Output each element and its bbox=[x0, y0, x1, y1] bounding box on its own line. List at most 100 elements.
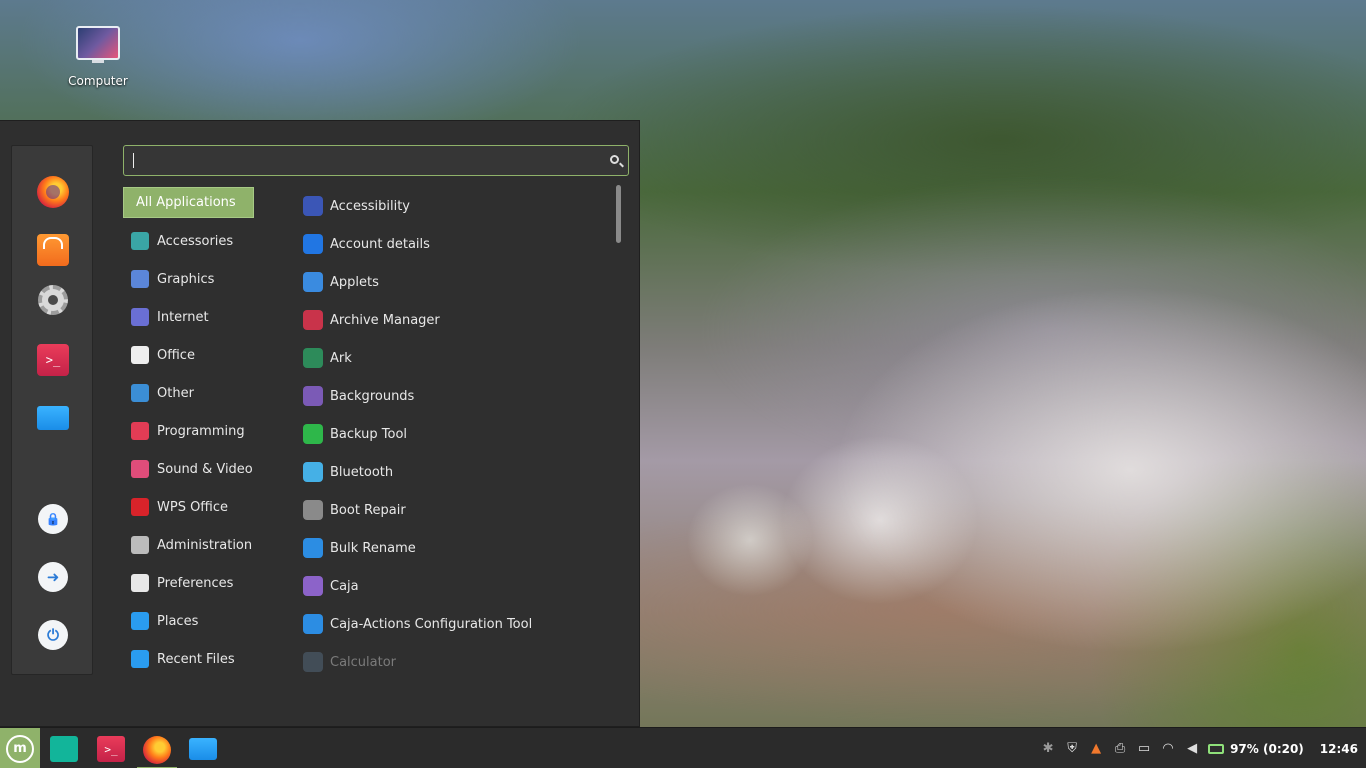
app-icon bbox=[303, 234, 323, 254]
tray-security[interactable]: ⛨ bbox=[1060, 728, 1084, 768]
battery-status-text[interactable]: 97% (0:20) bbox=[1230, 742, 1304, 756]
favorite-system-settings[interactable] bbox=[38, 285, 68, 315]
app-backgrounds[interactable]: Backgrounds bbox=[303, 377, 613, 415]
folder-icon bbox=[189, 738, 217, 760]
app-label: Archive Manager bbox=[330, 312, 440, 328]
favorite-files[interactable] bbox=[37, 406, 69, 430]
category-icon bbox=[131, 460, 149, 478]
tray-network[interactable]: ◠ bbox=[1156, 728, 1180, 768]
app-icon bbox=[303, 272, 323, 292]
tray-volume[interactable]: ◀ bbox=[1180, 728, 1204, 768]
category-icon bbox=[131, 422, 149, 440]
app-bluetooth[interactable]: Bluetooth bbox=[303, 453, 613, 491]
app-caja[interactable]: Caja bbox=[303, 567, 613, 605]
desktop-icon-label: Computer bbox=[68, 74, 128, 88]
app-ark[interactable]: Ark bbox=[303, 339, 613, 377]
battery-icon bbox=[1208, 743, 1225, 754]
app-icon bbox=[303, 652, 323, 672]
app-icon bbox=[303, 462, 323, 482]
app-caja-actions-configuration-tool[interactable]: Caja-Actions Configuration Tool bbox=[303, 605, 613, 643]
tray-update-warning[interactable]: ▲ bbox=[1084, 728, 1108, 768]
category-recent-files[interactable]: Recent Files bbox=[123, 640, 283, 678]
mint-logo-icon: m bbox=[6, 734, 34, 763]
tray-battery[interactable] bbox=[1204, 728, 1228, 768]
app-applets[interactable]: Applets bbox=[303, 263, 613, 301]
category-label: Internet bbox=[157, 309, 209, 325]
logout-button[interactable]: ➜ bbox=[38, 562, 68, 592]
app-label: Calculator bbox=[330, 654, 397, 670]
taskbar-app-terminal[interactable]: >_ bbox=[95, 733, 127, 765]
search-input[interactable] bbox=[132, 150, 602, 172]
category-label: Preferences bbox=[157, 575, 234, 591]
category-label: Office bbox=[157, 347, 195, 363]
app-calculator[interactable]: Calculator bbox=[303, 643, 613, 681]
app-archive-manager[interactable]: Archive Manager bbox=[303, 301, 613, 339]
category-label: Sound & Video bbox=[157, 461, 253, 477]
taskbar: m >_ ✱ ⛨ ▲ ⎙ ▭ ◠ ◀ 97% (0:20) 12:46 bbox=[0, 727, 1366, 768]
app-label: Backgrounds bbox=[330, 388, 415, 404]
app-label: Boot Repair bbox=[330, 502, 406, 518]
app-icon bbox=[303, 348, 323, 368]
app-label: Ark bbox=[330, 350, 352, 366]
app-list-scrollbar[interactable] bbox=[616, 185, 621, 243]
lock-screen-button[interactable]: 🔒 bbox=[38, 504, 68, 534]
category-internet[interactable]: Internet bbox=[123, 298, 283, 336]
taskbar-app-text-editor[interactable] bbox=[48, 733, 80, 765]
app-label: Bluetooth bbox=[330, 464, 394, 480]
app-label: Backup Tool bbox=[330, 426, 408, 442]
app-account-details[interactable]: Account details bbox=[303, 225, 613, 263]
power-icon: ⏻ bbox=[47, 626, 59, 644]
lock-icon: 🔒 bbox=[45, 512, 61, 526]
computer-icon bbox=[76, 26, 120, 63]
category-icon bbox=[131, 574, 149, 592]
terminal-icon: >_ bbox=[45, 353, 61, 367]
warning-icon: ▲ bbox=[1091, 741, 1102, 756]
category-preferences[interactable]: Preferences bbox=[123, 564, 283, 602]
favorite-firefox[interactable] bbox=[37, 176, 69, 208]
app-icon bbox=[303, 500, 323, 520]
text-cursor bbox=[133, 153, 134, 168]
category-all-applications[interactable]: All Applications bbox=[123, 187, 254, 218]
tray-printer[interactable]: ⎙ bbox=[1108, 728, 1132, 768]
app-icon bbox=[303, 576, 323, 596]
category-wps-office[interactable]: WPS Office bbox=[123, 488, 283, 526]
category-accessories[interactable]: Accessories bbox=[123, 222, 283, 260]
wifi-icon: ◠ bbox=[1162, 741, 1174, 756]
category-icon bbox=[131, 536, 149, 554]
favorite-software-manager[interactable] bbox=[37, 234, 69, 266]
category-other[interactable]: Other bbox=[123, 374, 283, 412]
app-boot-repair[interactable]: Boot Repair bbox=[303, 491, 613, 529]
category-icon bbox=[131, 498, 149, 516]
category-icon bbox=[131, 650, 149, 668]
tray-bluetooth[interactable]: ✱ bbox=[1036, 728, 1060, 768]
desktop-icon-computer[interactable]: Computer bbox=[62, 26, 134, 88]
category-places[interactable]: Places bbox=[123, 602, 283, 640]
app-icon bbox=[303, 310, 323, 330]
app-icon bbox=[303, 424, 323, 444]
category-graphics[interactable]: Graphics bbox=[123, 260, 283, 298]
quit-button[interactable]: ⏻ bbox=[38, 620, 68, 650]
category-programming[interactable]: Programming bbox=[123, 412, 283, 450]
tray-notes[interactable]: ▭ bbox=[1132, 728, 1156, 768]
category-office[interactable]: Office bbox=[123, 336, 283, 374]
favorite-terminal[interactable]: >_ bbox=[37, 344, 69, 376]
favorites-sidebar: >_ 🔒 ➜ ⏻ bbox=[11, 145, 93, 675]
category-administration[interactable]: Administration bbox=[123, 526, 283, 564]
menu-button[interactable]: m bbox=[0, 728, 40, 768]
app-accessibility[interactable]: Accessibility bbox=[303, 187, 613, 225]
category-label: Other bbox=[157, 385, 194, 401]
clock[interactable]: 12:46 bbox=[1320, 742, 1358, 756]
shield-icon: ⛨ bbox=[1067, 741, 1077, 756]
category-icon bbox=[131, 232, 149, 250]
category-icon bbox=[131, 346, 149, 364]
app-label: Applets bbox=[330, 274, 379, 290]
taskbar-app-firefox[interactable] bbox=[137, 733, 177, 768]
category-sound-video[interactable]: Sound & Video bbox=[123, 450, 283, 488]
text-editor-icon bbox=[50, 736, 78, 762]
app-label: Account details bbox=[330, 236, 430, 252]
app-bulk-rename[interactable]: Bulk Rename bbox=[303, 529, 613, 567]
app-backup-tool[interactable]: Backup Tool bbox=[303, 415, 613, 453]
application-menu: >_ 🔒 ➜ ⏻ All Applications Accessories Grap… bbox=[0, 120, 640, 727]
search-box bbox=[123, 145, 629, 176]
taskbar-app-files[interactable] bbox=[187, 733, 219, 765]
